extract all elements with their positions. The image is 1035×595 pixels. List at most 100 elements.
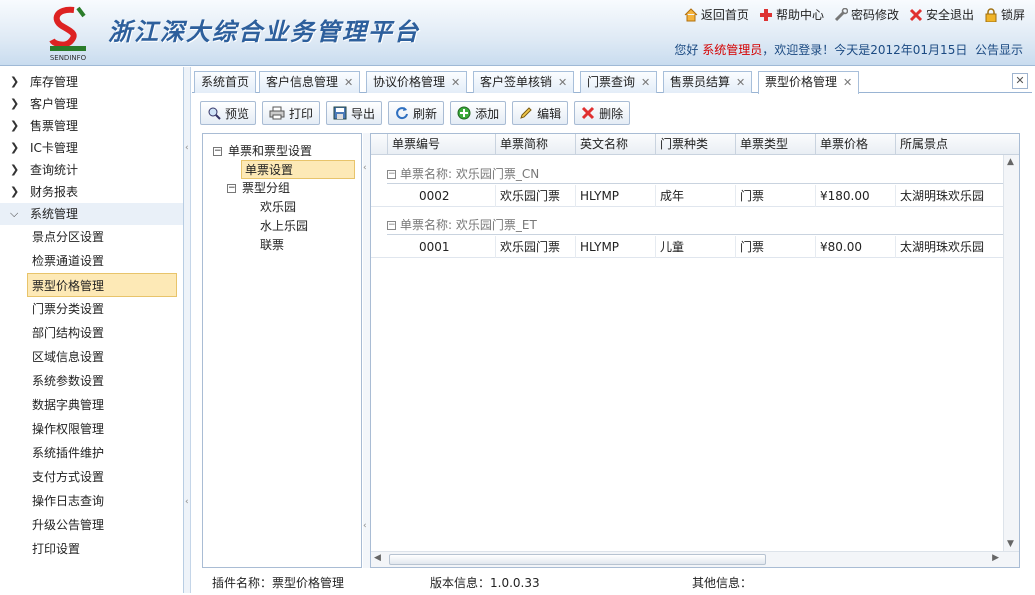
collapse-icon[interactable]: −: [387, 170, 396, 179]
sidebar-item-ticket-category[interactable]: 门票分类设置: [0, 297, 183, 321]
help-link[interactable]: 帮助中心: [759, 6, 824, 23]
table-row[interactable]: 0002 欢乐园门票 HLYMP 成年 门票 ¥180.00 太湖明珠欢乐园: [371, 185, 1019, 207]
tree-splitter[interactable]: ‹ ‹: [363, 133, 370, 568]
chevron-down-icon: ⌵: [10, 207, 19, 220]
menu-system[interactable]: ⌵ 系统管理: [0, 203, 183, 225]
chevron-right-icon: ❯: [10, 141, 20, 154]
sidebar-item-department[interactable]: 部门结构设置: [0, 321, 183, 345]
tree-node-child[interactable]: 水上乐园: [260, 217, 308, 234]
menu-finance[interactable]: ❯ 财务报表: [0, 181, 183, 203]
tab-bill-writeoff[interactable]: 客户签单核销 ✕: [473, 71, 575, 93]
close-icon[interactable]: ✕: [843, 76, 852, 89]
collapse-arrow-icon[interactable]: ‹: [185, 143, 189, 153]
add-icon: [457, 106, 471, 120]
sidebar-item-scenic-zone[interactable]: 景点分区设置: [0, 225, 183, 249]
collapse-arrow-icon[interactable]: ‹: [363, 521, 367, 531]
column-header[interactable]: 单票类型: [735, 134, 815, 155]
close-icon[interactable]: ✕: [344, 76, 353, 89]
sidebar-item-gate-channel[interactable]: 检票通道设置: [0, 249, 183, 273]
cell-ticket-kind: 儿童: [655, 236, 735, 258]
tree-node-child[interactable]: 欢乐园: [260, 198, 296, 215]
grid-header: 单票编号 单票简称 英文名称 门票种类 单票类型 单票价格 所属景点: [371, 134, 1019, 155]
sidebar-item-system-params[interactable]: 系统参数设置: [0, 369, 183, 393]
tree-node-group[interactable]: − 票型分组: [227, 179, 290, 196]
tree-node-child[interactable]: 联票: [260, 236, 284, 253]
refresh-button[interactable]: 刷新: [388, 101, 445, 125]
cell-ticket-type: 门票: [735, 236, 815, 258]
collapse-icon[interactable]: −: [213, 147, 222, 156]
help-link-label: 帮助中心: [775, 8, 824, 22]
vertical-scrollbar[interactable]: ▲ ▼: [1003, 155, 1019, 551]
group-header[interactable]: − 单票名称: 欢乐园门票_ET: [387, 215, 1011, 235]
lock-icon: [985, 7, 997, 22]
sidebar-item-print[interactable]: 打印设置: [0, 537, 183, 561]
close-all-tabs-button[interactable]: ✕: [1012, 73, 1028, 89]
menu-customer[interactable]: ❯ 客户管理: [0, 93, 183, 115]
welcome-text: 您好 系统管理员，欢迎登录！今天是2012年01月15日 公告显示: [674, 41, 1023, 58]
menu-query[interactable]: ❯ 查询统计: [0, 159, 183, 181]
sidebar-item-oplog[interactable]: 操作日志查询: [0, 489, 183, 513]
cell-short-name: 欢乐园门票: [495, 185, 575, 207]
close-icon[interactable]: ✕: [736, 76, 745, 89]
sidebar-splitter[interactable]: ‹ ‹: [184, 67, 191, 593]
scroll-right-icon[interactable]: ▶: [992, 553, 999, 563]
scroll-left-icon[interactable]: ◀: [374, 553, 381, 563]
tree-node-single-ticket[interactable]: 单票设置: [241, 160, 355, 179]
sidebar-item-dictionary[interactable]: 数据字典管理: [0, 393, 183, 417]
preview-button[interactable]: 预览: [200, 101, 257, 125]
print-label: 打印: [289, 106, 314, 121]
sidebar-item-ticket-price[interactable]: 票型价格管理: [27, 273, 177, 297]
password-link[interactable]: 密码修改: [834, 6, 899, 23]
lockscreen-link[interactable]: 锁屏: [984, 6, 1025, 23]
column-header[interactable]: 所属景点: [895, 134, 1005, 155]
menu-inventory[interactable]: ❯ 库存管理: [0, 71, 183, 93]
tab-label: 协议价格管理: [373, 75, 446, 89]
delete-button[interactable]: 删除: [574, 101, 631, 125]
column-header[interactable]: 门票种类: [655, 134, 735, 155]
tab-agreement-price[interactable]: 协议价格管理 ✕: [366, 71, 468, 93]
floppy-icon: [333, 106, 347, 120]
notice-link[interactable]: 公告显示: [975, 43, 1023, 57]
scroll-thumb[interactable]: [389, 554, 766, 565]
column-header[interactable]: 单票价格: [815, 134, 895, 155]
close-icon[interactable]: ✕: [451, 76, 460, 89]
edit-button[interactable]: 编辑: [512, 101, 569, 125]
collapse-arrow-icon[interactable]: ‹: [363, 163, 367, 173]
scroll-down-icon[interactable]: ▼: [1007, 539, 1014, 549]
collapse-arrow-icon[interactable]: ‹: [185, 497, 189, 507]
collapse-icon[interactable]: −: [387, 221, 396, 230]
delete-icon: [582, 106, 595, 120]
tab-customer-info[interactable]: 客户信息管理 ✕: [259, 71, 361, 93]
close-icon[interactable]: ✕: [641, 76, 650, 89]
chevron-right-icon: ❯: [10, 163, 20, 176]
column-header[interactable]: 单票编号: [387, 134, 467, 155]
print-button[interactable]: 打印: [262, 101, 321, 125]
tab-label: 门票查询: [587, 75, 636, 89]
tab-ticket-price[interactable]: 票型价格管理 ✕: [758, 71, 860, 94]
menu-ticketing[interactable]: ❯ 售票管理: [0, 115, 183, 137]
column-header[interactable]: 单票简称: [495, 134, 575, 155]
sidebar-item-permissions[interactable]: 操作权限管理: [0, 417, 183, 441]
logout-link[interactable]: 安全退出: [909, 6, 974, 23]
collapse-icon[interactable]: −: [227, 184, 236, 193]
sidebar-item-plugins[interactable]: 系统插件维护: [0, 441, 183, 465]
scroll-up-icon[interactable]: ▲: [1007, 157, 1014, 167]
horizontal-scrollbar[interactable]: ◀ ▶: [371, 551, 1019, 567]
table-row[interactable]: 0001 欢乐园门票 HLYMP 儿童 门票 ¥80.00 太湖明珠欢乐园: [371, 236, 1019, 258]
sidebar-item-upgrade-notice[interactable]: 升级公告管理: [0, 513, 183, 537]
sidebar-item-payment[interactable]: 支付方式设置: [0, 465, 183, 489]
delete-label: 删除: [599, 106, 624, 121]
menu-iccard[interactable]: ❯ IC卡管理: [0, 137, 183, 159]
close-icon[interactable]: ✕: [558, 76, 567, 89]
add-button[interactable]: 添加: [450, 101, 507, 125]
column-header[interactable]: 英文名称: [575, 134, 655, 155]
chevron-right-icon: ❯: [10, 185, 20, 198]
sidebar-item-region[interactable]: 区域信息设置: [0, 345, 183, 369]
export-button[interactable]: 导出: [326, 101, 383, 125]
tree-node-root[interactable]: − 单票和票型设置: [213, 142, 312, 159]
group-header[interactable]: − 单票名称: 欢乐园门票_CN: [387, 164, 1011, 184]
tab-ticket-query[interactable]: 门票查询 ✕: [580, 71, 658, 93]
tab-seller-settlement[interactable]: 售票员结算 ✕: [663, 71, 753, 93]
home-link[interactable]: 返回首页: [684, 6, 749, 23]
tab-home[interactable]: 系统首页: [194, 71, 257, 93]
